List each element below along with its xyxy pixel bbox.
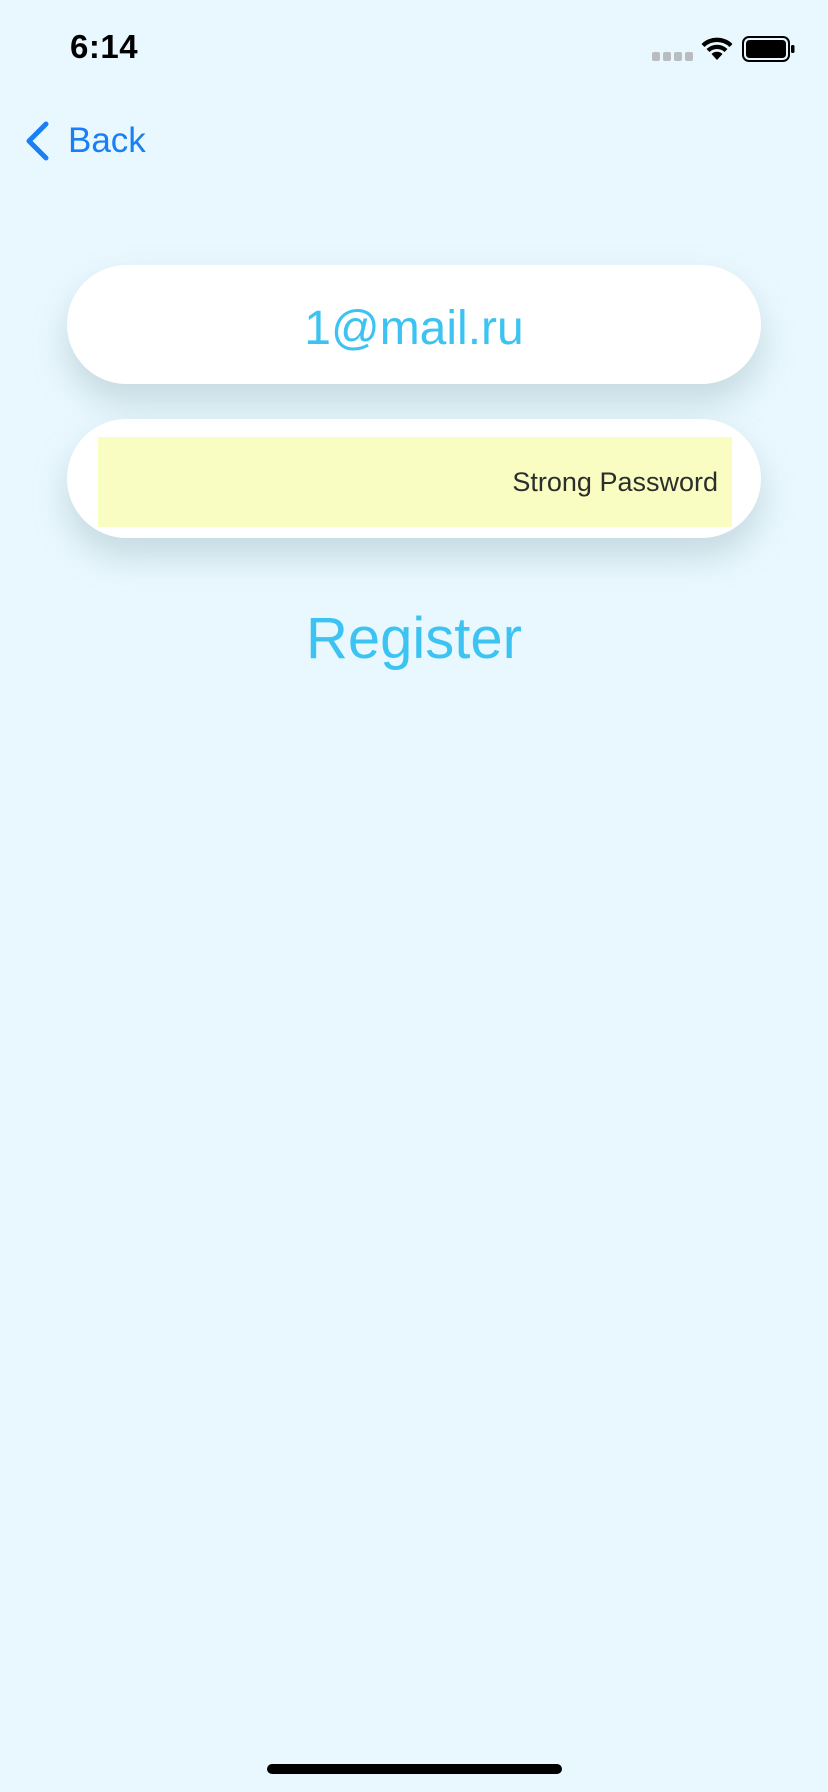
password-field[interactable]: Strong Password [67,419,761,538]
wifi-icon [701,37,733,60]
strong-password-label: Strong Password [512,466,718,497]
battery-icon [742,36,795,62]
status-bar: 6:14 [0,0,828,100]
email-field[interactable]: 1@mail.ru [67,265,761,384]
back-button[interactable]: Back [24,118,146,164]
register-button[interactable]: Register [0,605,828,672]
status-time: 6:14 [70,28,139,65]
home-indicator[interactable] [267,1764,562,1774]
chevron-left-icon [26,121,49,161]
password-autofill-suggestion[interactable]: Strong Password [98,437,732,527]
email-value: 1@mail.ru [304,302,524,355]
back-label: Back [68,121,146,160]
signal-icon [652,52,693,61]
